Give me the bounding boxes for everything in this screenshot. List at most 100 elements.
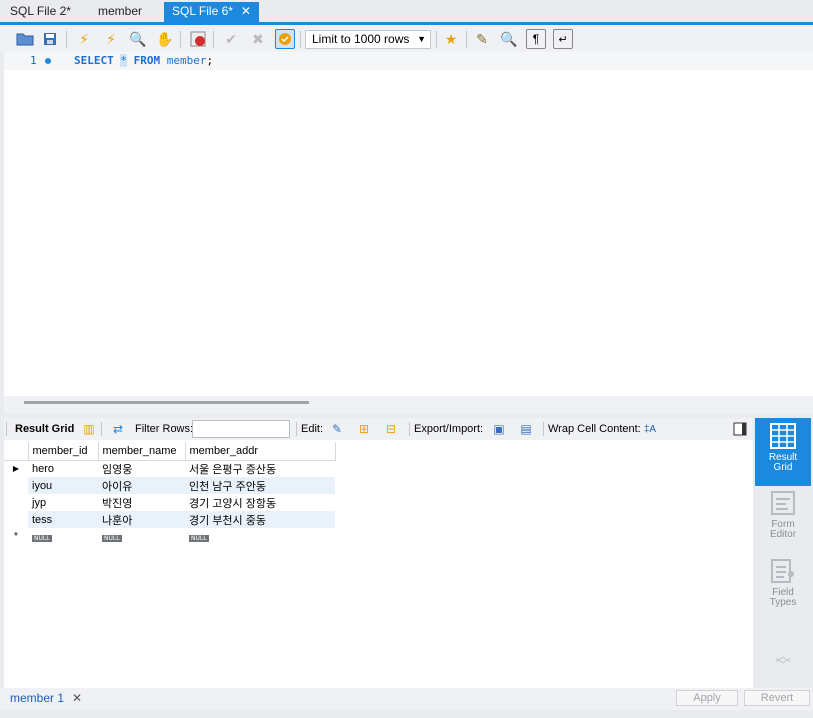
rollback-icon[interactable]: ✖ (248, 29, 268, 49)
export-import-label: Export/Import: (414, 423, 484, 435)
delete-row-icon[interactable]: ⊟ (383, 421, 399, 437)
tab-bar: SQL File 2* member SQL File 6* ✕ (0, 0, 813, 22)
table-cell[interactable]: iyou (28, 477, 98, 494)
scroll-panel-chevron-icon[interactable]: ︿ ﹀ (755, 649, 811, 682)
commit-icon[interactable]: ✔ (221, 29, 241, 49)
keyword-from: FROM (133, 54, 161, 67)
tab-sql-file-6[interactable]: SQL File 6* ✕ (164, 2, 259, 22)
null-badge: NULL (102, 534, 122, 542)
new-row[interactable]: * NULL NULL NULL (4, 528, 335, 545)
filter-rows-input[interactable] (192, 420, 290, 438)
new-row-asterisk-icon: * (14, 531, 18, 542)
invisible-chars-icon[interactable]: ¶ (526, 29, 546, 49)
result-toolbar: Result Grid ▥ ⇄ Filter Rows: Edit: ✎ ⊞ ⊟… (4, 418, 753, 440)
result-tabs-bar: member 1 ✕ Apply Revert (0, 688, 813, 710)
status-bar (0, 710, 813, 718)
beautify-icon[interactable]: ✎ (472, 29, 492, 49)
find-icon[interactable]: 🔍 (499, 29, 519, 49)
toolbar-separator (213, 31, 214, 48)
column-header-member-name[interactable]: member_name (98, 442, 186, 461)
execute-icon[interactable]: ⚡ (74, 29, 94, 49)
selected-asterisk: * (120, 54, 127, 67)
result-grid[interactable]: member_id member_name member_addr ▶ hero… (4, 440, 753, 688)
toolbar-separator (466, 31, 467, 48)
execute-current-icon[interactable]: ⚡ (101, 29, 121, 49)
sql-code-line[interactable]: SELECT * FROM member; (74, 54, 213, 67)
null-badge: NULL (189, 534, 209, 542)
table-cell[interactable]: NULL (98, 528, 185, 545)
field-types-button[interactable]: Field Types (755, 558, 811, 618)
autocommit-icon[interactable] (275, 29, 295, 49)
limit-rows-select[interactable]: Limit to 1000 rows ▼ (305, 30, 431, 49)
sql-editor[interactable]: 1 SELECT * FROM member; (4, 52, 813, 396)
table-row[interactable]: jyp 박진영 경기 고양시 장항동 (4, 494, 335, 511)
toolbar-separator (6, 422, 7, 436)
table-cell[interactable]: 박진영 (98, 494, 185, 511)
table-cell[interactable]: jyp (28, 494, 98, 511)
toolbar-separator (300, 31, 301, 48)
toolbar-separator (180, 31, 181, 48)
toggle-error-icon[interactable] (188, 29, 208, 49)
row-header-corner (4, 442, 29, 461)
wrap-icon[interactable]: ↵ (553, 29, 573, 49)
apply-button[interactable]: Apply (676, 690, 738, 706)
toolbar-separator (436, 31, 437, 48)
table-row[interactable]: ▶ hero 임영웅 서울 은평구 증산동 (4, 460, 335, 477)
add-row-icon[interactable]: ⊞ (356, 421, 372, 437)
import-icon[interactable]: ▤ (518, 421, 534, 437)
form-editor-button[interactable]: Form Editor (755, 490, 811, 550)
table-cell[interactable]: 경기 부천시 중동 (185, 511, 335, 528)
table-cell[interactable]: 나훈아 (98, 511, 185, 528)
export-icon[interactable]: ▣ (491, 421, 507, 437)
row-header (4, 511, 28, 528)
table-row[interactable]: tess 나훈아 경기 부천시 중동 (4, 511, 335, 528)
line-number: 1 (30, 54, 37, 67)
result-grid-label: Result Grid (15, 423, 75, 435)
wrap-cell-label: Wrap Cell Content: (548, 423, 641, 435)
field-types-icon (770, 558, 796, 584)
save-icon[interactable] (40, 29, 60, 49)
toolbar-separator (543, 422, 544, 436)
stop-icon[interactable]: ✋ (155, 29, 175, 49)
edit-row-icon[interactable]: ✎ (329, 421, 345, 437)
statement-marker-icon (45, 58, 51, 64)
tab-member[interactable]: member (90, 2, 150, 22)
header-row: member_id member_name member_addr (4, 442, 336, 461)
column-header-member-addr[interactable]: member_addr (185, 442, 336, 461)
result-grid-view-button[interactable]: Result Grid (755, 418, 811, 486)
table-cell[interactable]: tess (28, 511, 98, 528)
toolbar-separator (296, 422, 297, 436)
toggle-panel-icon[interactable] (732, 421, 748, 437)
table-identifier: member (166, 54, 207, 67)
table-cell[interactable]: NULL (28, 528, 98, 545)
table-cell[interactable]: 임영웅 (98, 460, 185, 477)
add-snippet-icon[interactable]: ★ (441, 29, 461, 49)
filter-rows-label: Filter Rows: (135, 423, 194, 435)
grid-view-icon[interactable]: ▥ (81, 421, 97, 437)
result-tab-member-1[interactable]: member 1 ✕ (10, 691, 82, 705)
current-row-arrow-icon: ▶ (12, 464, 20, 474)
table-cell[interactable]: 인천 남구 주안동 (185, 477, 335, 494)
result-table: member_id member_name member_addr ▶ hero… (4, 442, 336, 545)
table-cell[interactable]: 경기 고양시 장항동 (185, 494, 335, 511)
explain-icon[interactable]: 🔍 (128, 29, 148, 49)
table-cell[interactable]: hero (28, 460, 98, 477)
row-header (4, 477, 28, 494)
null-badge: NULL (32, 534, 52, 542)
wrap-cell-icon[interactable]: ‡A (642, 421, 658, 437)
result-side-panel: Result Grid Form Editor Field Types ︿ ﹀ (753, 418, 813, 688)
revert-button[interactable]: Revert (744, 690, 810, 706)
close-result-tab-icon[interactable]: ✕ (72, 691, 82, 705)
table-row[interactable]: iyou 아이유 인천 남구 주안동 (4, 477, 335, 494)
table-cell[interactable]: 아이유 (98, 477, 185, 494)
column-header-member-id[interactable]: member_id (28, 442, 99, 461)
table-cell[interactable]: NULL (185, 528, 335, 545)
close-tab-icon[interactable]: ✕ (241, 4, 251, 18)
refresh-icon[interactable]: ⇄ (110, 421, 126, 437)
scrollbar-thumb[interactable] (24, 401, 309, 404)
table-cell[interactable]: 서울 은평구 증산동 (185, 460, 335, 477)
toolbar-separator (66, 31, 67, 48)
open-folder-icon[interactable] (15, 29, 35, 49)
editor-horizontal-scrollbar[interactable] (4, 396, 813, 414)
tab-sql-file-2[interactable]: SQL File 2* (2, 2, 79, 22)
